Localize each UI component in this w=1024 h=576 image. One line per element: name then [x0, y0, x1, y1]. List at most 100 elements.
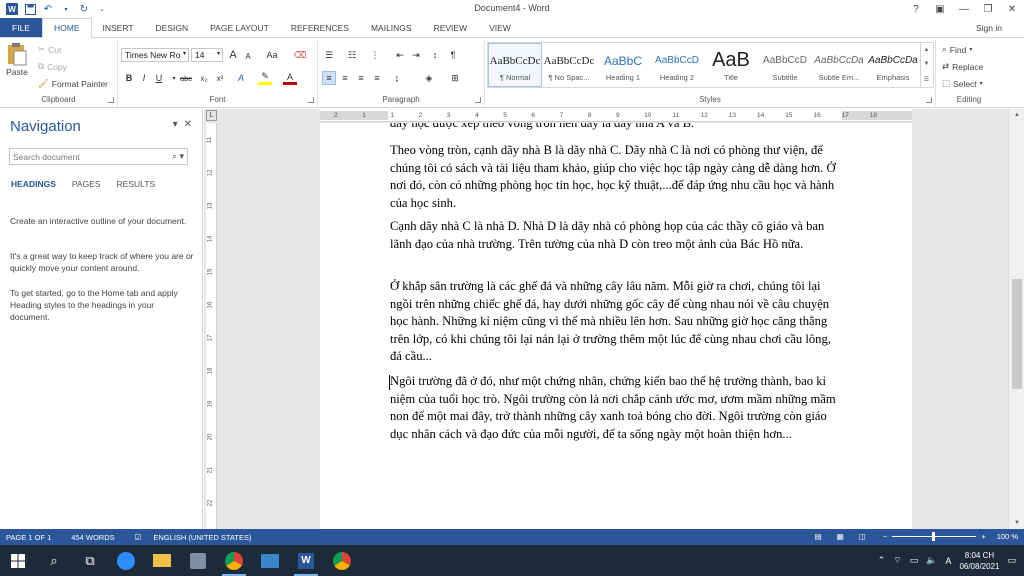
style-subtitle[interactable]: AaBbCcD Subtitle: [758, 43, 812, 87]
tab-review[interactable]: REVIEW: [423, 18, 479, 37]
page-count[interactable]: PAGE 1 OF 1: [6, 533, 51, 542]
replace-button[interactable]: ⇄ Replace: [942, 61, 983, 72]
proofing-icon[interactable]: ☑: [135, 533, 142, 542]
line-spacing-icon[interactable]: ↨: [390, 71, 404, 85]
search-icon[interactable]: ⌕: [36, 545, 72, 576]
bold-button[interactable]: B: [122, 71, 136, 85]
vertical-ruler[interactable]: 11121314151617181920212223: [206, 123, 217, 529]
copy-button[interactable]: ⧉ Copy: [38, 61, 67, 72]
font-size-box[interactable]: 14 ▾: [191, 48, 223, 62]
justify-icon[interactable]: ≡: [370, 71, 384, 85]
tab-selector-icon[interactable]: L: [206, 110, 217, 121]
style-heading-1[interactable]: AaBbC Heading 1: [596, 43, 650, 87]
zoom-slider-knob[interactable]: [932, 532, 936, 541]
style-normal[interactable]: AaBbCcDc ¶ Normal: [488, 43, 542, 87]
underline-button[interactable]: U: [152, 71, 166, 85]
multilevel-list-icon[interactable]: ⋮: [368, 48, 382, 62]
app-icon[interactable]: [180, 545, 216, 576]
tray-chevron-icon[interactable]: ⌃: [878, 555, 886, 566]
search-icon[interactable]: ⌕ ▾: [172, 151, 184, 162]
close-button[interactable]: ✕: [1000, 0, 1024, 18]
scroll-down-icon[interactable]: ▼: [1009, 517, 1024, 529]
network-icon[interactable]: ⌔: [893, 555, 901, 566]
tab-insert[interactable]: INSERT: [92, 18, 145, 37]
nav-close-icon[interactable]: ✕: [184, 119, 192, 130]
undo-dropdown-icon[interactable]: ▾: [60, 3, 72, 15]
style-heading-2[interactable]: AaBbCcD Heading 2: [650, 43, 704, 87]
sort-icon[interactable]: ↕: [428, 48, 442, 62]
cut-button[interactable]: ✂ Cut: [38, 44, 61, 55]
keyboard-language-icon[interactable]: A: [945, 556, 951, 566]
web-layout-icon[interactable]: ◫: [859, 532, 866, 541]
subscript-button[interactable]: x₂: [197, 71, 211, 85]
grow-font-button[interactable]: A: [226, 48, 240, 62]
scroll-up-icon[interactable]: ▲: [1009, 109, 1024, 121]
text-effects-icon[interactable]: A: [234, 71, 248, 85]
help-button[interactable]: ?: [904, 0, 928, 18]
clear-formatting-icon[interactable]: ⌫: [293, 48, 307, 62]
undo-icon[interactable]: ↶: [42, 3, 54, 15]
tab-view[interactable]: VIEW: [478, 18, 522, 37]
strikethrough-button[interactable]: abc: [177, 71, 195, 85]
minimize-button[interactable]: —: [952, 0, 976, 18]
word-logo-icon[interactable]: W: [6, 3, 18, 15]
zoom-in-icon[interactable]: +: [981, 532, 985, 541]
save-icon[interactable]: [24, 3, 36, 15]
align-center-icon[interactable]: ≡: [338, 71, 352, 85]
document-paragraph[interactable]: Ngôi trường đã ở đó, như một chứng nhân,…: [390, 373, 840, 443]
tab-pages[interactable]: PAGES: [72, 179, 101, 189]
tab-file[interactable]: FILE: [0, 18, 42, 37]
gallery-up-icon[interactable]: ▲: [924, 47, 930, 53]
customize-qat-icon[interactable]: ⌄: [96, 3, 108, 15]
read-mode-icon[interactable]: ▤: [815, 532, 822, 541]
show-formatting-icon[interactable]: ¶: [446, 48, 460, 62]
highlight-icon[interactable]: ✎: [258, 71, 272, 85]
word-taskbar-icon[interactable]: W: [288, 545, 324, 576]
tab-home[interactable]: HOME: [42, 18, 92, 38]
nav-options-icon[interactable]: ▾: [173, 119, 178, 130]
paragraph-launcher-icon[interactable]: [475, 97, 481, 103]
align-right-icon[interactable]: ≡: [354, 71, 368, 85]
format-painter-button[interactable]: 🖌 Format Painter: [38, 78, 108, 89]
scroll-thumb[interactable]: [1012, 279, 1022, 389]
chrome-icon[interactable]: [216, 545, 252, 576]
document-paragraph[interactable]: Cạnh dãy nhà C là nhà D. Nhà D là dãy nh…: [390, 218, 840, 253]
volume-icon[interactable]: 🔈: [926, 555, 937, 566]
font-color-icon[interactable]: A: [283, 71, 297, 85]
file-explorer-icon[interactable]: [144, 545, 180, 576]
redo-icon[interactable]: ↻: [78, 3, 90, 15]
align-left-icon[interactable]: ≡: [322, 71, 336, 85]
zoom-slider[interactable]: [892, 532, 977, 541]
tab-headings[interactable]: HEADINGS: [11, 179, 56, 189]
clipboard-launcher-icon[interactable]: [108, 97, 114, 103]
document-page[interactable]: dãy học được xếp theo vòng tròn nên dãy …: [320, 123, 912, 529]
style-title[interactable]: AaB Title: [704, 43, 758, 87]
italic-button[interactable]: I: [137, 71, 151, 85]
tab-mailings[interactable]: MAILINGS: [360, 18, 423, 37]
zoom-out-icon[interactable]: −: [883, 532, 887, 541]
gallery-more-icon[interactable]: ☰: [924, 76, 929, 83]
language-status[interactable]: ENGLISH (UNITED STATES): [153, 533, 251, 542]
shrink-font-button[interactable]: A: [241, 49, 255, 63]
numbering-icon[interactable]: ☷: [345, 48, 359, 62]
decrease-indent-icon[interactable]: ⇤: [393, 48, 407, 62]
tab-results[interactable]: RESULTS: [117, 179, 156, 189]
style-emphasis[interactable]: AaBbCcDa Emphasis: [866, 43, 920, 87]
notifications-icon[interactable]: ▭: [1007, 555, 1016, 566]
search-document-input[interactable]: Search document ⌕ ▾: [9, 148, 188, 165]
styles-launcher-icon[interactable]: [926, 97, 932, 103]
start-icon[interactable]: [0, 545, 36, 576]
change-case-button[interactable]: Aa: [261, 48, 283, 62]
vertical-scrollbar[interactable]: ▲ ▼: [1008, 109, 1024, 529]
chrome-icon[interactable]: [324, 545, 360, 576]
print-layout-icon[interactable]: ▦: [837, 532, 844, 541]
gallery-down-icon[interactable]: ▼: [924, 61, 930, 67]
battery-icon[interactable]: ▭: [910, 555, 919, 566]
zoom-app-icon[interactable]: [108, 545, 144, 576]
borders-icon[interactable]: ⊞: [448, 71, 462, 85]
tab-design[interactable]: DESIGN: [145, 18, 200, 37]
document-paragraph[interactable]: Ở khắp sân trường là các ghế đá và những…: [390, 278, 840, 366]
tab-references[interactable]: REFERENCES: [280, 18, 360, 37]
select-button[interactable]: ⬚ Select ▾: [942, 78, 983, 89]
font-launcher-icon[interactable]: [308, 97, 314, 103]
